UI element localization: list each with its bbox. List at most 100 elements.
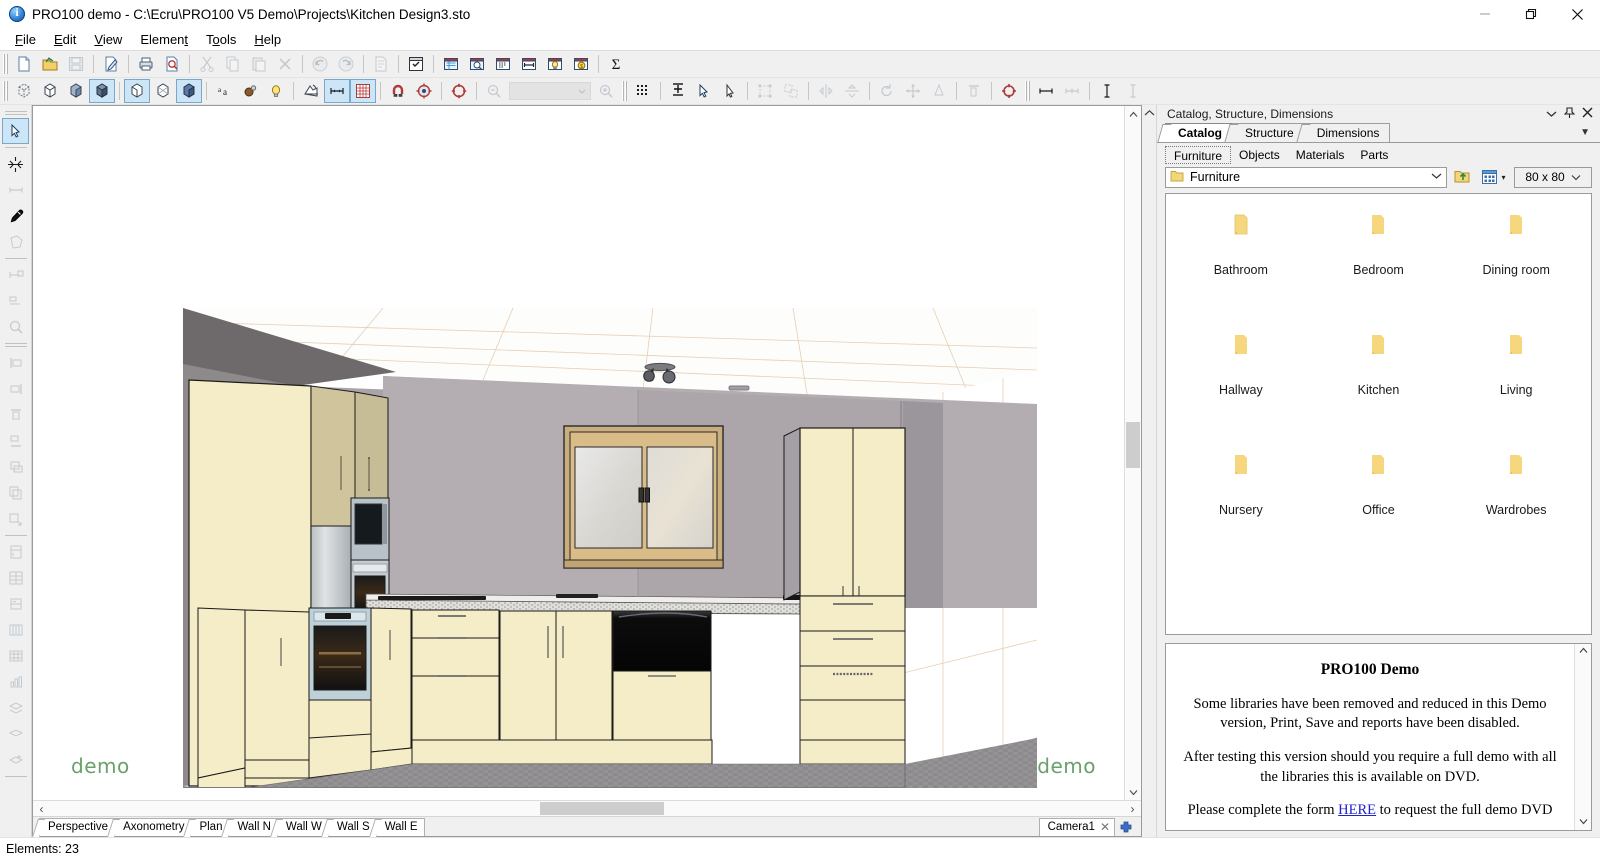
add-view-icon[interactable] — [1115, 817, 1137, 836]
grid-icon[interactable] — [350, 79, 376, 103]
toolbar-grip-4[interactable] — [1024, 81, 1031, 101]
design-canvas[interactable]: demo demo — [33, 106, 1124, 800]
view-wireframe-icon[interactable] — [11, 79, 37, 103]
menu-edit[interactable]: Edit — [45, 30, 85, 49]
edit-document-icon[interactable] — [98, 52, 124, 76]
sum-sigma-icon[interactable]: Σ — [603, 52, 629, 76]
close-icon[interactable] — [1554, 0, 1600, 28]
demo-info-here-link[interactable]: HERE — [1338, 802, 1376, 818]
toolbar-grip[interactable] — [2, 54, 9, 74]
collapse-chevron-icon[interactable] — [1144, 109, 1155, 837]
pointer-select-icon[interactable] — [691, 79, 717, 103]
toolbar-grip-2[interactable] — [2, 81, 9, 101]
report-pricing-icon[interactable]: $ — [568, 52, 594, 76]
scroll-thumb-vertical[interactable] — [1126, 422, 1140, 468]
subtab-parts[interactable]: Parts — [1352, 146, 1396, 164]
magnet-snap-icon[interactable] — [385, 79, 411, 103]
close-icon[interactable] — [1582, 107, 1593, 121]
close-icon[interactable]: ✕ — [1100, 819, 1110, 836]
catalog-folder-kitchen[interactable]: Kitchen — [1310, 332, 1448, 452]
pin-icon[interactable] — [1564, 107, 1575, 122]
toolbar-grip-3[interactable] — [621, 81, 628, 101]
report-dimensions-icon[interactable] — [516, 52, 542, 76]
menu-element[interactable]: Element — [131, 30, 197, 49]
view-shaded-icon[interactable] — [63, 79, 89, 103]
snap-ring-icon[interactable] — [446, 79, 472, 103]
view-grid-icon[interactable]: ▾ — [1479, 167, 1509, 188]
menu-help[interactable]: Help — [245, 30, 290, 49]
viewport-vertical-scrollbar[interactable] — [1124, 106, 1141, 800]
scroll-down-arrow[interactable] — [1125, 784, 1141, 800]
explode-icon[interactable] — [2, 151, 29, 177]
subtab-objects[interactable]: Objects — [1231, 146, 1288, 164]
snap-target-icon[interactable] — [411, 79, 437, 103]
report-lighting-icon[interactable] — [542, 52, 568, 76]
scroll-left-arrow[interactable]: ‹ — [33, 801, 50, 817]
catalog-folder-dining-room[interactable]: Dining room — [1447, 212, 1585, 332]
view-hidden-line-icon[interactable] — [37, 79, 63, 103]
subtab-furniture[interactable]: Furniture — [1165, 146, 1231, 164]
select-dots-icon[interactable] — [630, 79, 656, 103]
category-combobox[interactable]: Furniture — [1165, 167, 1447, 188]
chevron-down-icon[interactable] — [1571, 170, 1581, 184]
viewport-horizontal-scrollbar[interactable]: ‹ › — [33, 800, 1141, 816]
measure-width-icon[interactable] — [1033, 79, 1059, 103]
text-labels-icon[interactable]: aa — [211, 79, 237, 103]
demo-info-scrollbar[interactable] — [1574, 644, 1591, 830]
chevron-down-icon[interactable] — [1431, 172, 1442, 183]
measure-height-icon[interactable] — [1094, 79, 1120, 103]
view-tab-axonometry[interactable]: Axonometry — [114, 818, 191, 836]
report-preview-icon[interactable] — [464, 52, 490, 76]
report-table-icon[interactable] — [438, 52, 464, 76]
report-list-icon[interactable] — [490, 52, 516, 76]
folder-up-icon[interactable] — [1452, 167, 1474, 188]
catalog-folder-living[interactable]: Living — [1447, 332, 1585, 452]
open-folder-icon[interactable] — [37, 52, 63, 76]
project-properties-icon[interactable] — [403, 52, 429, 76]
view-solid-white-icon[interactable] — [124, 79, 150, 103]
print-preview-icon[interactable] — [159, 52, 185, 76]
view-textured-icon[interactable] — [176, 79, 202, 103]
print-icon[interactable] — [133, 52, 159, 76]
tab-dimensions[interactable]: Dimensions — [1304, 123, 1391, 142]
scroll-up-arrow[interactable] — [1125, 106, 1141, 122]
scroll-down-arrow[interactable] — [1579, 817, 1588, 828]
scroll-right-arrow[interactable]: › — [1124, 801, 1141, 817]
catalog-folder-hallway[interactable]: Hallway — [1172, 332, 1310, 452]
catalog-folder-nursery[interactable]: Nursery — [1172, 452, 1310, 572]
scroll-up-arrow[interactable] — [1579, 646, 1588, 657]
scroll-thumb-horizontal[interactable] — [540, 802, 664, 815]
panel-collapse-bar[interactable] — [1142, 105, 1157, 837]
view-transparent-icon[interactable] — [150, 79, 176, 103]
maximize-icon[interactable] — [1508, 0, 1554, 28]
center-target-icon[interactable] — [996, 79, 1022, 103]
add-element-icon[interactable] — [665, 79, 691, 103]
view-tab-wall-e[interactable]: Wall E — [376, 818, 425, 836]
dimensions-icon[interactable] — [324, 79, 350, 103]
catalog-folder-bedroom[interactable]: Bedroom — [1310, 212, 1448, 332]
camera-tab[interactable]: Camera1 ✕ — [1039, 818, 1115, 836]
thumbnail-size-combobox[interactable]: 80 x 80 — [1514, 167, 1592, 188]
new-document-icon[interactable] — [11, 52, 37, 76]
menu-tools[interactable]: Tools — [197, 30, 245, 49]
view-rendered-icon[interactable] — [89, 79, 115, 103]
tab-catalog[interactable]: Catalog — [1165, 123, 1233, 142]
minimize-icon[interactable] — [1462, 0, 1508, 28]
lighting-bulb-icon[interactable] — [263, 79, 289, 103]
view-tab-perspective[interactable]: Perspective — [39, 818, 115, 836]
eyedropper-icon[interactable] — [2, 203, 29, 229]
catalog-folder-bathroom[interactable]: Bathroom — [1172, 212, 1310, 332]
chevron-down-icon[interactable] — [1546, 107, 1557, 121]
catalog-folder-wardrobes[interactable]: Wardrobes — [1447, 452, 1585, 572]
materials-sphere-icon[interactable] — [237, 79, 263, 103]
tab-structure[interactable]: Structure — [1232, 123, 1305, 142]
tabs-overflow-caret-icon[interactable]: ▼ — [1580, 127, 1600, 138]
pick-element-icon[interactable] — [717, 79, 743, 103]
subtab-materials[interactable]: Materials — [1288, 146, 1353, 164]
menu-file[interactable]: FFileile — [6, 30, 45, 49]
catalog-folder-office[interactable]: Office — [1310, 452, 1448, 572]
shadow-icon[interactable] — [298, 79, 324, 103]
view-mode-arrow-icon[interactable]: ▾ — [1501, 173, 1505, 182]
menu-view[interactable]: View — [85, 30, 131, 49]
select-arrow-icon[interactable] — [2, 118, 29, 144]
